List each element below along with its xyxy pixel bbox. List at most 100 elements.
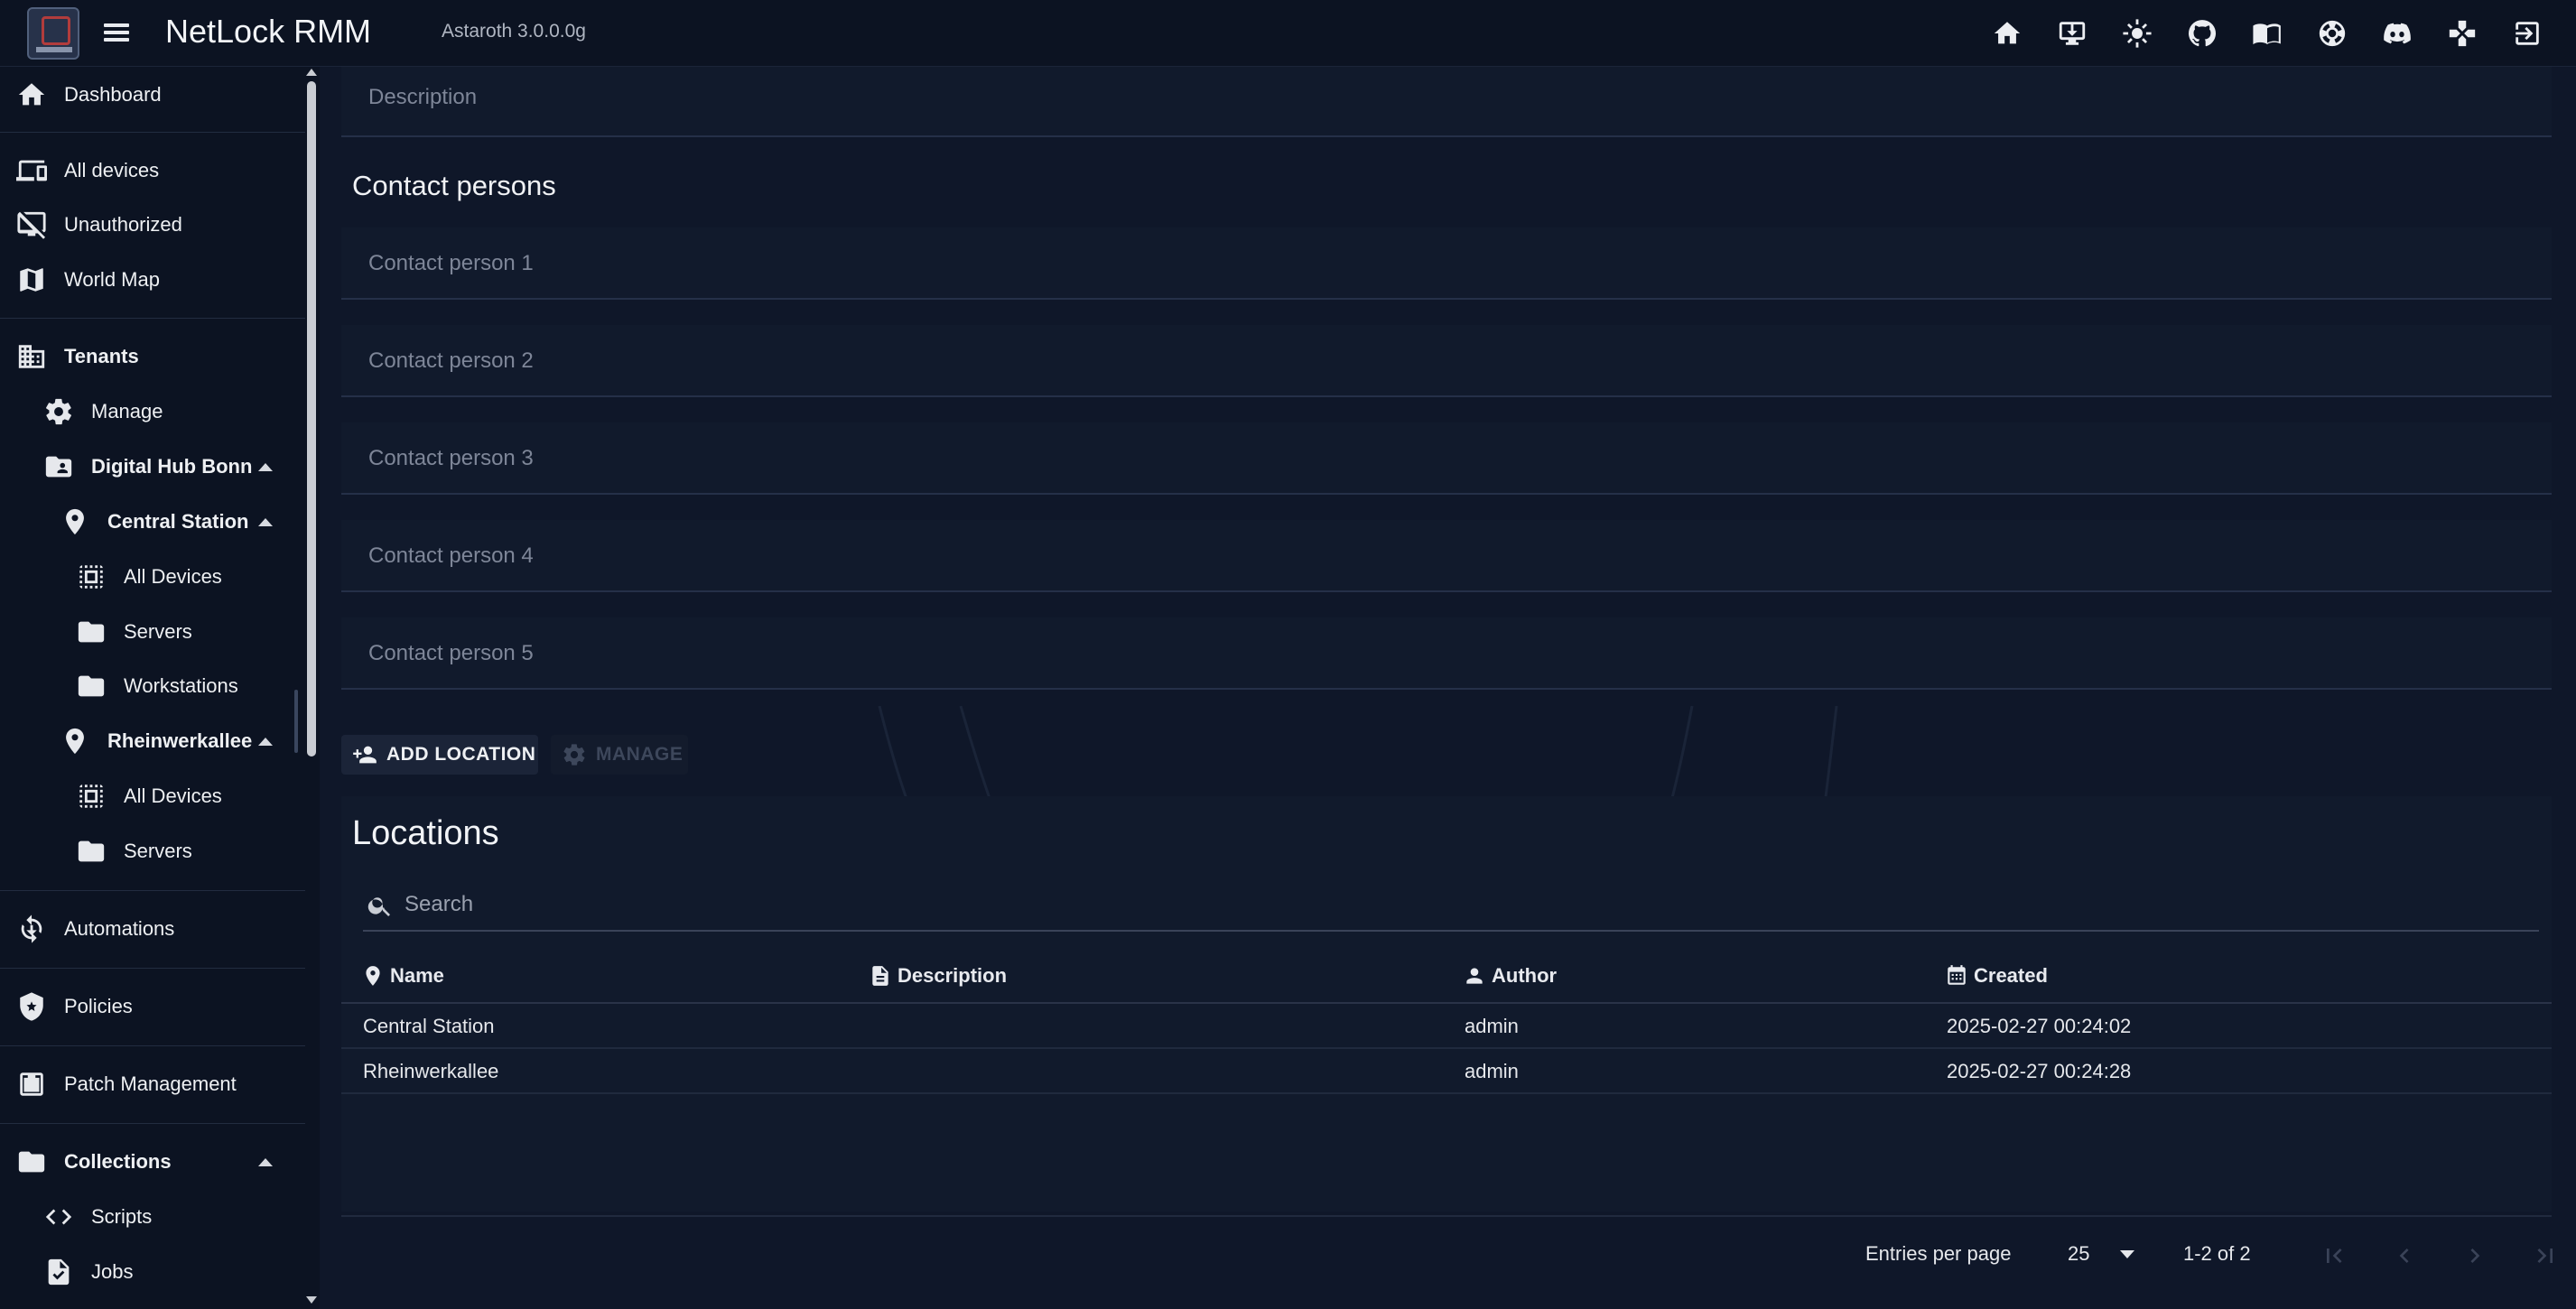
home-icon[interactable] bbox=[1975, 13, 2040, 54]
app-bar: NetLock RMM Astaroth 3.0.0.0g bbox=[0, 0, 2576, 67]
dropdown-arrow-icon bbox=[2120, 1250, 2134, 1258]
column-label: Name bbox=[390, 964, 444, 987]
contact-person-field-1[interactable]: Contact person 1 bbox=[341, 227, 2552, 300]
location-pin-icon bbox=[366, 966, 380, 986]
contact-person-placeholder: Contact person 5 bbox=[368, 641, 534, 665]
add-location-button[interactable]: ADD LOCATION bbox=[341, 735, 538, 775]
sidebar-item-patch-management[interactable]: Patch Management bbox=[0, 1058, 305, 1110]
policy-shield-icon bbox=[15, 990, 48, 1023]
sidebar-divider bbox=[0, 968, 305, 969]
home-icon bbox=[15, 79, 48, 111]
support-icon[interactable] bbox=[2300, 13, 2365, 54]
unauthorized-icon bbox=[15, 209, 48, 241]
contact-person-field-3[interactable]: Contact person 3 bbox=[341, 422, 2552, 495]
column-label: Created bbox=[1974, 964, 2048, 987]
locations-search[interactable] bbox=[363, 879, 2539, 932]
last-page-button[interactable] bbox=[2525, 1235, 2566, 1277]
sidebar-item-digital-hub-bonn[interactable]: Digital Hub Bonn bbox=[0, 441, 305, 493]
sidebar-item-jobs[interactable]: Jobs bbox=[0, 1246, 305, 1298]
sidebar-item-policies[interactable]: Policies bbox=[0, 980, 305, 1033]
sidebar-item-servers-rhein[interactable]: Servers bbox=[0, 825, 305, 877]
sidebar-item-label: Tenants bbox=[64, 345, 139, 367]
sidebar-item-label: World Map bbox=[64, 268, 160, 291]
table-pagination: Entries per page 25 1-2 of 2 bbox=[341, 1215, 2553, 1296]
column-header-created[interactable]: Created bbox=[1945, 964, 2048, 988]
sidebar-item-all-devices[interactable]: All devices bbox=[0, 144, 305, 197]
sidebar-item-rheinwerkallee[interactable]: Rheinwerkallee bbox=[0, 715, 305, 767]
description-placeholder: Description bbox=[368, 85, 478, 109]
hamburger-menu-icon[interactable] bbox=[101, 20, 132, 47]
main-content: Description Contact persons Contact pers… bbox=[320, 67, 2576, 1309]
sidebar-item-world-map[interactable]: World Map bbox=[0, 254, 305, 306]
manage-button[interactable]: MANAGE bbox=[551, 735, 688, 775]
last-page-icon bbox=[2537, 1249, 2553, 1263]
select-all-icon bbox=[75, 561, 107, 593]
sidebar-item-label: All devices bbox=[64, 159, 160, 181]
column-header-description[interactable]: Description bbox=[869, 964, 1007, 988]
sidebar-item-label: Dashboard bbox=[64, 83, 162, 106]
scroll-up-arrow-icon[interactable] bbox=[306, 69, 317, 76]
discord-icon[interactable] bbox=[2365, 13, 2430, 54]
collapse-arrow-icon[interactable] bbox=[258, 1158, 273, 1166]
remote-control-icon[interactable] bbox=[2430, 13, 2495, 54]
tenants-icon bbox=[15, 340, 48, 373]
sidebar-item-collections[interactable]: Collections bbox=[0, 1136, 305, 1188]
column-label: Author bbox=[1492, 964, 1558, 987]
cell-author: admin bbox=[1465, 1060, 1519, 1082]
previous-page-button[interactable] bbox=[2384, 1235, 2425, 1277]
description-field[interactable]: Description bbox=[341, 67, 2552, 137]
chevron-right-icon bbox=[2470, 1249, 2480, 1263]
next-page-button[interactable] bbox=[2454, 1235, 2496, 1277]
sidebar-item-manage[interactable]: Manage bbox=[0, 385, 305, 438]
contact-person-placeholder: Contact person 4 bbox=[368, 543, 534, 568]
location-pin-icon bbox=[59, 506, 91, 538]
top-actions bbox=[1975, 13, 2560, 54]
netlock-logo[interactable] bbox=[27, 7, 79, 60]
first-page-button[interactable] bbox=[2313, 1235, 2355, 1277]
sidebar-item-label: All Devices bbox=[124, 565, 222, 588]
github-icon[interactable] bbox=[2170, 13, 2235, 54]
collapse-arrow-icon[interactable] bbox=[258, 463, 273, 471]
sidebar-item-tenants[interactable]: Tenants bbox=[0, 330, 305, 383]
sidebar-item-label: Policies bbox=[64, 995, 133, 1017]
collapse-arrow-icon[interactable] bbox=[258, 738, 273, 746]
search-icon bbox=[367, 897, 390, 916]
docs-icon[interactable] bbox=[2235, 13, 2300, 54]
app-title: NetLock RMM bbox=[165, 13, 372, 50]
cell-created: 2025-02-27 00:24:02 bbox=[1947, 1015, 2132, 1037]
sidebar-item-automations[interactable]: Automations bbox=[0, 903, 305, 955]
contact-person-field-2[interactable]: Contact person 2 bbox=[341, 325, 2552, 397]
select-all-icon bbox=[75, 780, 107, 812]
first-page-icon bbox=[2327, 1249, 2342, 1263]
column-header-author[interactable]: Author bbox=[1463, 964, 1557, 988]
download-icon[interactable] bbox=[2040, 13, 2105, 54]
sidebar-scrollbar-thumb[interactable] bbox=[307, 81, 316, 757]
person-icon bbox=[1466, 968, 1483, 984]
sidebar-item-label: Rheinwerkallee bbox=[107, 729, 253, 752]
scroll-down-arrow-icon[interactable] bbox=[306, 1296, 317, 1304]
sidebar-item-label: Manage bbox=[91, 400, 163, 422]
sidebar-item-scripts[interactable]: Scripts bbox=[0, 1191, 305, 1243]
sidebar-item-all-devices-rhein[interactable]: All Devices bbox=[0, 770, 305, 822]
sidebar-item-workstations[interactable]: Workstations bbox=[0, 660, 305, 712]
contact-person-field-5[interactable]: Contact person 5 bbox=[341, 617, 2552, 690]
nav-edge-marker bbox=[294, 690, 298, 753]
sidebar-item-all-devices-central[interactable]: All Devices bbox=[0, 551, 305, 603]
devices-icon bbox=[15, 154, 48, 187]
sidebar-item-label: All Devices bbox=[124, 784, 222, 807]
sidebar-item-central-station[interactable]: Central Station bbox=[0, 496, 305, 548]
entries-per-page-select[interactable]: 25 bbox=[2062, 1233, 2144, 1273]
table-row[interactable]: Central Station admin 2025-02-27 00:24:0… bbox=[341, 1004, 2552, 1049]
cell-created: 2025-02-27 00:24:28 bbox=[1947, 1060, 2132, 1082]
column-header-name[interactable]: Name bbox=[361, 964, 444, 988]
sidebar-item-servers-central[interactable]: Servers bbox=[0, 606, 305, 658]
brightness-icon[interactable] bbox=[2105, 13, 2170, 54]
contact-person-field-4[interactable]: Contact person 4 bbox=[341, 520, 2552, 592]
contact-person-placeholder: Contact person 3 bbox=[368, 446, 534, 470]
search-input[interactable] bbox=[405, 888, 2481, 921]
table-row[interactable]: Rheinwerkallee admin 2025-02-27 00:24:28 bbox=[341, 1049, 2552, 1094]
collapse-arrow-icon[interactable] bbox=[258, 518, 273, 526]
sidebar-item-unauthorized[interactable]: Unauthorized bbox=[0, 199, 305, 251]
sidebar-item-dashboard[interactable]: Dashboard bbox=[0, 69, 305, 121]
logout-icon[interactable] bbox=[2495, 13, 2560, 54]
